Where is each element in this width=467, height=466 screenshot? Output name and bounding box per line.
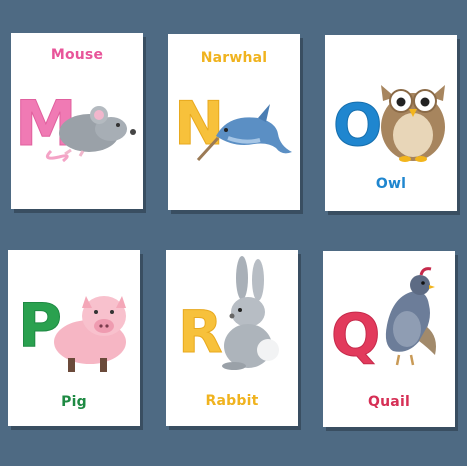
- letter-r: R: [178, 298, 223, 366]
- flashcard-rabbit[interactable]: R Rabbit: [166, 250, 298, 426]
- mouse-illustration: M: [15, 87, 136, 163]
- flashcard-narwhal[interactable]: Narwhal N: [168, 34, 300, 210]
- flashcard-pig[interactable]: P Pig: [8, 250, 140, 426]
- flashcard-quail[interactable]: Q Quail: [323, 251, 455, 427]
- card-label-rabbit: Rabbit: [205, 393, 259, 409]
- card-label-quail: Quail: [368, 394, 410, 410]
- card-label-pig: Pig: [61, 394, 87, 410]
- card-label-owl: Owl: [375, 176, 407, 192]
- narwhal-illustration: N: [174, 89, 292, 162]
- letter-q: Q: [331, 301, 380, 369]
- letter-p: P: [18, 291, 62, 361]
- flashcard-mouse[interactable]: Mouse M: [11, 33, 143, 209]
- flashcard-owl[interactable]: O Owl: [325, 35, 457, 211]
- letter-n: N: [174, 89, 224, 159]
- letter-o: O: [333, 91, 382, 159]
